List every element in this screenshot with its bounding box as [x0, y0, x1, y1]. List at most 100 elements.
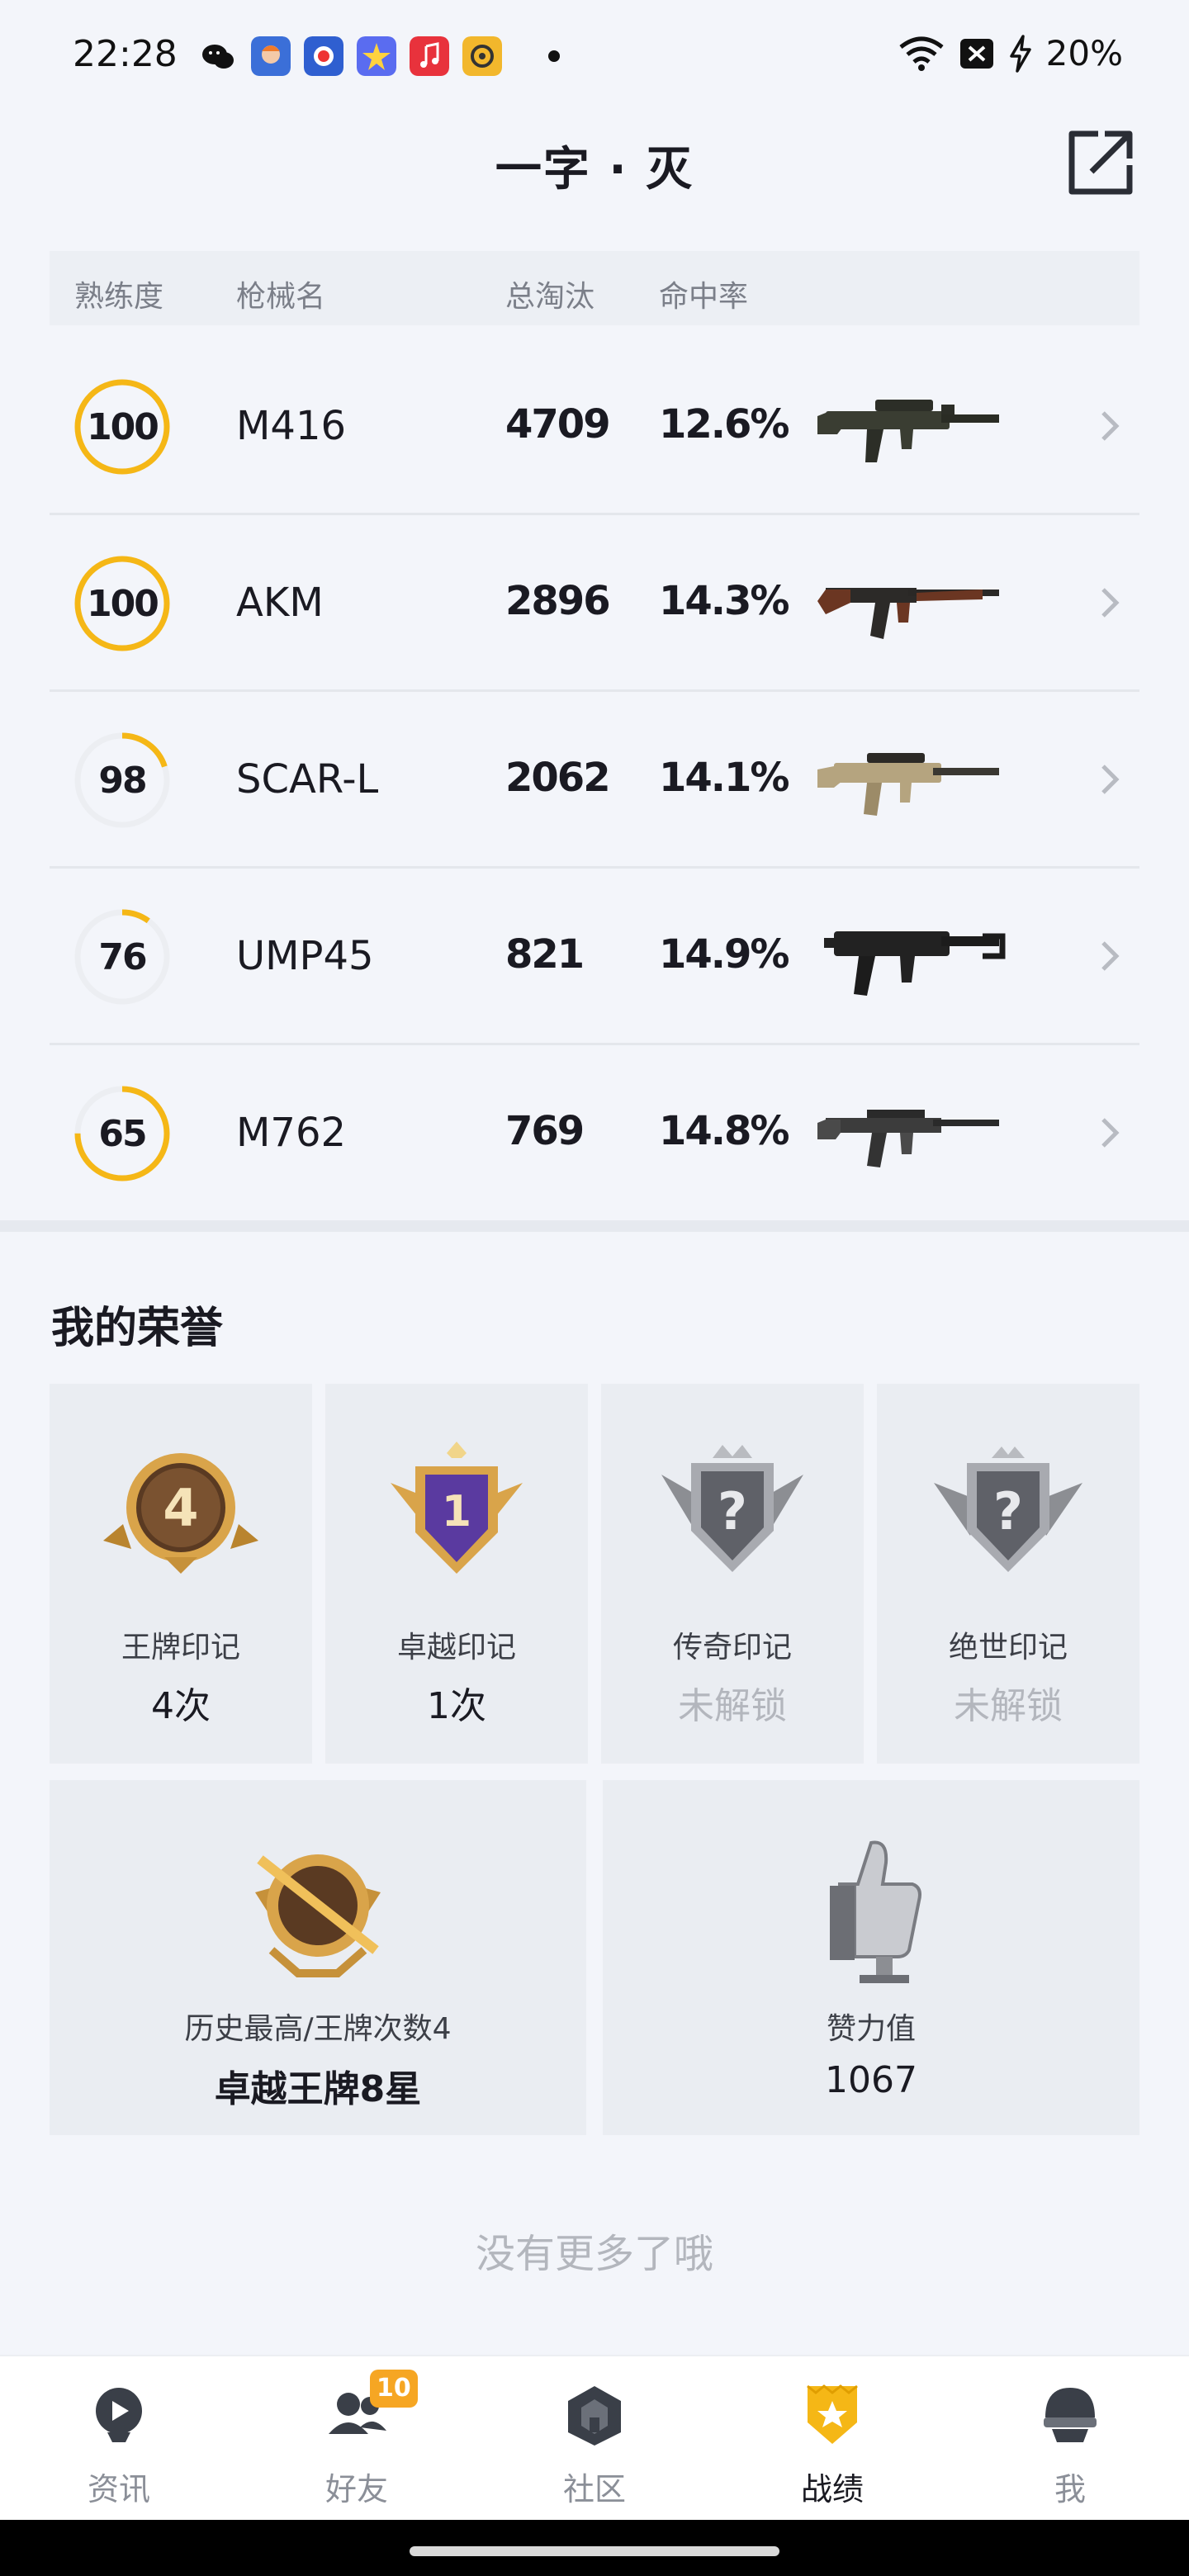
akm-rifle-image [817, 588, 999, 639]
music-app-icon [410, 36, 449, 76]
weapon-name: M416 [236, 403, 347, 449]
honor-card-ace[interactable]: 4 王牌印记 4次 [50, 1384, 312, 1764]
weapon-accuracy: 14.8% [659, 1108, 790, 1154]
chevron-right-icon [1101, 941, 1120, 971]
nav-item-friends[interactable]: 10 好友 [238, 2356, 476, 2522]
status-bar: 22:28 20% [0, 0, 1189, 116]
excellence-mark-badge-icon: 1 [391, 1442, 523, 1574]
mastery-value: 76 [98, 935, 147, 978]
weapon-kills: 769 [505, 1108, 585, 1154]
notification-icons [198, 36, 560, 76]
likes-label: 赞力值 [826, 2012, 916, 2046]
honor-card-excellence[interactable]: 1 卓越印记 1次 [325, 1384, 588, 1764]
weapon-row-ump45[interactable]: 76 UMP45 821 14.9% [50, 869, 1139, 1045]
highest-rank-badge-icon [255, 1854, 381, 1977]
honor-value: 1次 [427, 1685, 486, 1727]
honor-label: 王牌印记 [121, 1631, 240, 1664]
weapon-name: M762 [236, 1110, 347, 1156]
section-divider [0, 1220, 1189, 1232]
game-app-icon [251, 36, 291, 76]
weapon-accuracy: 14.3% [659, 578, 790, 624]
svg-text:?: ? [993, 1481, 1023, 1541]
weapon-row-m416[interactable]: 100 M416 4709 12.6% [50, 339, 1139, 515]
weapon-accuracy: 14.1% [659, 755, 790, 801]
mastery-value: 98 [98, 759, 147, 802]
legend-mark-locked-icon: ? [661, 1445, 803, 1572]
peerless-mark-locked-icon: ? [934, 1447, 1082, 1572]
likes-card[interactable]: 赞力值 1067 [603, 1780, 1139, 2135]
highest-rank-card[interactable]: 历史最高/王牌次数4 卓越王牌8星 [50, 1780, 586, 2135]
svg-text:1: 1 [442, 1487, 471, 1537]
weapon-kills: 2062 [505, 755, 611, 801]
chevron-right-icon [1101, 765, 1120, 794]
svg-text:4: 4 [163, 1478, 198, 1538]
share-out-icon[interactable] [1065, 127, 1136, 198]
wechat-icon [202, 45, 234, 69]
scar-l-rifle-image [817, 753, 999, 816]
nav-label: 战绩 [800, 2471, 864, 2507]
sim-off-icon [959, 38, 993, 69]
friends-count-badge: 10 [370, 2370, 418, 2408]
thumbs-up-trophy-icon [830, 1840, 921, 1983]
weapon-kills: 2896 [505, 578, 611, 624]
bottom-nav: 资讯 10 好友 社区 战绩 我 [0, 2355, 1189, 2520]
header-kills: 总淘汰 [505, 280, 595, 314]
highest-rank-label: 历史最高/王牌次数4 [184, 2012, 452, 2046]
likes-value: 1067 [825, 2059, 917, 2101]
chevron-right-icon [1101, 588, 1120, 618]
mastery-value: 65 [98, 1112, 147, 1155]
record-shield-icon [807, 2384, 858, 2444]
game-app-icon-2 [304, 36, 343, 76]
page-title: 一字 · 灭 [495, 143, 694, 197]
mastery-value: 100 [87, 405, 159, 448]
status-time: 22:28 [73, 33, 178, 75]
weapon-row-m762[interactable]: 65 M762 769 14.8% [50, 1045, 1139, 1222]
weapon-table-header: 熟练度 枪械名 总淘汰 命中率 [50, 251, 1139, 325]
honor-value: 未解锁 [954, 1685, 1063, 1727]
honor-label: 卓越印记 [396, 1631, 516, 1664]
header-accuracy: 命中率 [659, 280, 749, 314]
m416-rifle-image [817, 400, 999, 462]
svg-text:?: ? [718, 1481, 747, 1541]
nav-item-news[interactable]: 资讯 [0, 2356, 238, 2522]
star-app-icon [357, 36, 396, 76]
gesture-bar[interactable] [410, 2546, 779, 2556]
helmet-profile-icon [1044, 2388, 1097, 2442]
weapon-row-scar-l[interactable]: 98 SCAR-L 2062 14.1% [50, 692, 1139, 869]
nav-item-community[interactable]: 社区 [476, 2356, 713, 2522]
status-right: 20% [898, 33, 1123, 73]
notification-dot [548, 50, 560, 62]
honor-value: 未解锁 [678, 1685, 787, 1727]
weapon-kills: 4709 [505, 401, 611, 447]
charging-icon [1009, 34, 1031, 73]
nav-label: 好友 [324, 2471, 388, 2507]
chevron-right-icon [1101, 411, 1120, 441]
header-mastery: 熟练度 [74, 280, 164, 314]
honor-card-legend[interactable]: ? 传奇印记 未解锁 [601, 1384, 864, 1764]
m762-rifle-image [817, 1110, 999, 1167]
honor-value: 4次 [151, 1685, 211, 1727]
circle-app-icon [462, 36, 502, 76]
weapon-accuracy: 12.6% [659, 401, 790, 447]
honor-label: 绝世印记 [948, 1631, 1068, 1664]
battery-percent: 20% [1045, 33, 1123, 73]
weapon-row-akm[interactable]: 100 AKM 2896 14.3% [50, 515, 1139, 692]
end-of-list-text: 没有更多了哦 [475, 2231, 713, 2277]
page-header: 一字 · 灭 [0, 116, 1189, 215]
honors-title: 我的荣誉 [51, 1304, 224, 1353]
honor-label: 传奇印记 [672, 1631, 792, 1664]
weapon-name: SCAR-L [236, 756, 379, 803]
weapon-name: AKM [236, 580, 324, 626]
mastery-value: 100 [87, 582, 159, 625]
ace-mark-badge-icon: 4 [103, 1453, 258, 1574]
honor-card-peerless[interactable]: ? 绝世印记 未解锁 [877, 1384, 1139, 1764]
news-icon [96, 2388, 142, 2442]
community-icon [568, 2386, 621, 2446]
nav-item-me[interactable]: 我 [951, 2356, 1189, 2522]
weapon-kills: 821 [505, 931, 585, 978]
header-weapon: 枪械名 [236, 280, 326, 314]
nav-item-record[interactable]: 战绩 [713, 2356, 951, 2522]
ump45-smg-image [824, 931, 1006, 996]
chevron-right-icon [1101, 1118, 1120, 1148]
weapon-name: UMP45 [236, 933, 374, 979]
